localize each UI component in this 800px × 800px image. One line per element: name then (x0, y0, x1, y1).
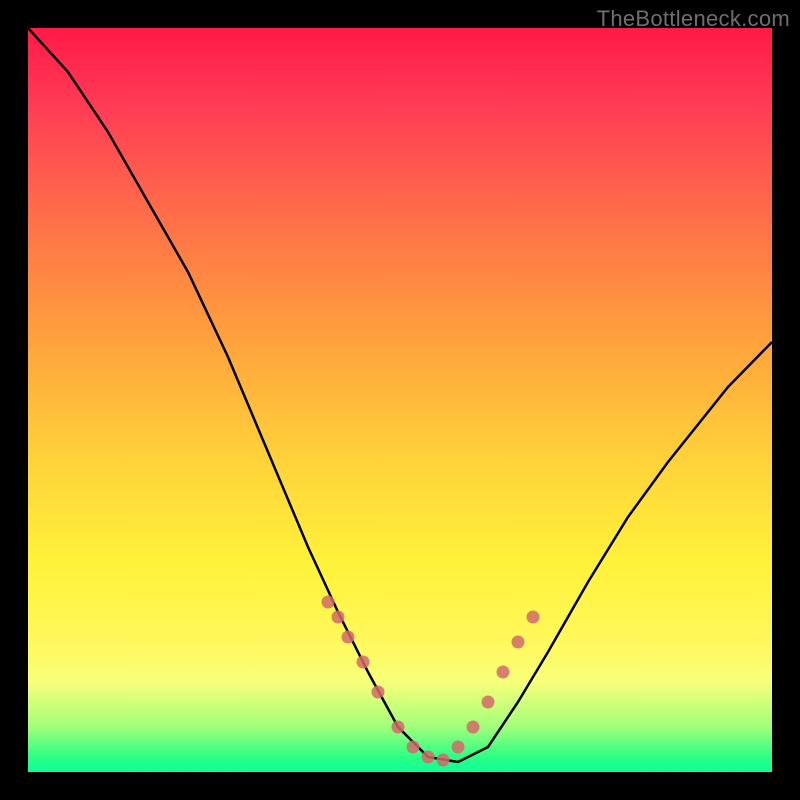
data-point (357, 656, 370, 669)
data-point (467, 721, 480, 734)
data-point (322, 596, 335, 609)
data-point (512, 636, 525, 649)
chart-area (28, 28, 772, 772)
data-point (332, 611, 345, 624)
data-point (392, 721, 405, 734)
data-points (322, 596, 540, 767)
data-point (482, 696, 495, 709)
data-point (527, 611, 540, 624)
data-point (342, 631, 355, 644)
data-point (407, 741, 420, 754)
data-point (497, 666, 510, 679)
data-point (422, 751, 435, 764)
watermark-text: TheBottleneck.com (597, 6, 790, 32)
data-point (372, 686, 385, 699)
curve-path (28, 28, 772, 762)
bottleneck-curve (28, 28, 772, 772)
data-point (437, 754, 450, 767)
data-point (452, 741, 465, 754)
